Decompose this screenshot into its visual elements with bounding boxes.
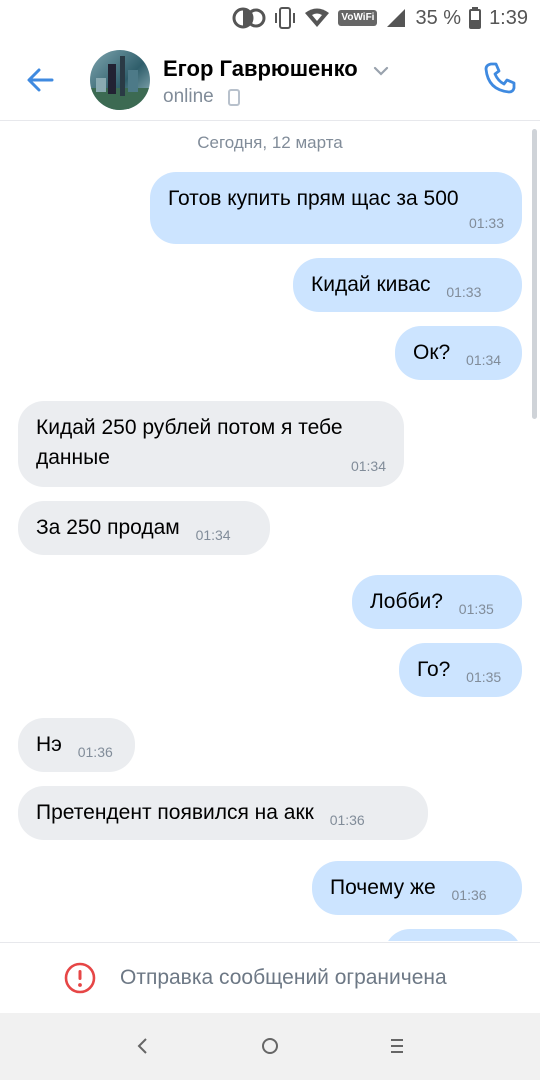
nav-back-icon[interactable] xyxy=(132,1035,154,1057)
avatar[interactable] xyxy=(90,50,150,110)
message-bubble-outgoing-partial[interactable] xyxy=(384,929,522,941)
call-button[interactable] xyxy=(482,60,518,96)
contact-status: online xyxy=(163,86,214,107)
clock: 1:39 xyxy=(489,6,528,29)
message-text: Кидай кивас xyxy=(311,273,431,296)
message-time: 01:36 xyxy=(451,887,487,903)
restriction-text: Отправка сообщений ограничена xyxy=(120,966,447,989)
message-text: Почему же xyxy=(330,876,436,899)
message-text: Претендент появился на акк xyxy=(36,801,314,824)
scrollbar[interactable] xyxy=(532,129,537,419)
message-time: 01:34 xyxy=(466,352,502,368)
message-time: 01:35 xyxy=(466,669,502,685)
message-time: 01:35 xyxy=(458,601,494,617)
message-text: За 250 продам xyxy=(36,516,180,539)
mobile-icon xyxy=(228,89,240,106)
message-text: Ок? xyxy=(413,341,451,364)
vowifi-badge: VoWiFi xyxy=(338,10,378,26)
message-text: Лобби? xyxy=(370,590,443,613)
message-bubble-outgoing[interactable]: Готов купить прям щас за 500 01:33 xyxy=(150,172,522,244)
arrow-left-icon xyxy=(27,68,54,92)
message-time: 01:36 xyxy=(77,744,113,760)
phone-icon xyxy=(484,62,516,94)
date-separator: Сегодня, 12 марта xyxy=(197,133,343,152)
message-bubble-incoming[interactable]: Претендент появился на акк 01:36 xyxy=(18,786,428,840)
warning-icon xyxy=(64,962,96,994)
status-bar: VoWiFi 35 % 1:39 xyxy=(0,0,540,36)
message-bubble-outgoing[interactable]: Кидай кивас 01:33 xyxy=(293,258,522,312)
chevron-down-icon[interactable] xyxy=(372,64,390,78)
restriction-notice: Отправка сообщений ограничена xyxy=(0,942,540,1013)
message-bubble-outgoing[interactable]: Го? 01:35 xyxy=(399,643,522,697)
system-nav-bar xyxy=(0,1013,540,1080)
message-bubble-incoming[interactable]: За 250 продам 01:34 xyxy=(18,501,270,555)
message-bubble-outgoing[interactable]: Ок? 01:34 xyxy=(395,326,522,380)
message-text: Нэ xyxy=(36,733,62,756)
message-text: Готов купить прям щас за 500 xyxy=(168,187,459,210)
data-saver-icon xyxy=(232,7,266,29)
nav-menu-icon[interactable] xyxy=(386,1035,408,1057)
message-text: Го? xyxy=(417,658,451,681)
vibrate-icon xyxy=(274,6,296,30)
chat-header: Егор Гаврюшенко online xyxy=(0,36,540,121)
battery-percent: 35 % xyxy=(415,6,462,29)
message-bubble-incoming[interactable]: Кидай 250 рублей потом я тебе данные 01:… xyxy=(18,401,404,487)
message-time: 01:33 xyxy=(446,284,482,300)
message-bubble-outgoing[interactable]: Почему же 01:36 xyxy=(312,861,522,915)
message-text: Кидай 250 рублей потом я тебе данные xyxy=(36,416,343,469)
message-time: 01:34 xyxy=(350,458,386,474)
battery-icon xyxy=(469,7,482,29)
signal-icon xyxy=(385,7,407,29)
message-time: 01:34 xyxy=(195,527,231,543)
message-time: 01:36 xyxy=(329,812,365,828)
wifi-icon xyxy=(304,7,330,29)
message-bubble-outgoing[interactable]: Лобби? 01:35 xyxy=(352,575,522,629)
back-button[interactable] xyxy=(22,62,58,98)
nav-home-icon[interactable] xyxy=(259,1035,281,1057)
status-icons: VoWiFi 35 % 1:39 xyxy=(232,0,540,36)
contact-name[interactable]: Егор Гаврюшенко xyxy=(163,56,358,82)
message-bubble-incoming[interactable]: Нэ 01:36 xyxy=(18,718,135,772)
message-time: 01:33 xyxy=(468,215,504,231)
message-list[interactable]: Сегодня, 12 марта Готов купить прям щас … xyxy=(0,121,540,941)
